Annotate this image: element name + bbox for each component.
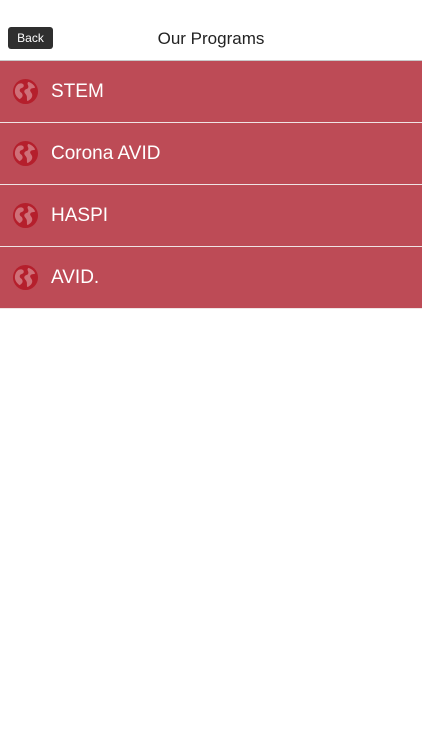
program-label: Corona AVID [51,143,161,164]
program-list: STEM Corona AVID HASPI AVID. [0,61,422,309]
globe-icon [12,264,39,291]
page-title: Our Programs [157,29,265,48]
program-label: HASPI [51,205,109,226]
navigation-bar: Back Our Programs [0,0,422,61]
globe-icon [12,78,39,105]
globe-icon [12,202,39,229]
program-label: STEM [51,81,104,102]
program-item-avid[interactable]: AVID. [0,247,422,309]
programs-screen: Back Our Programs STEM Corona AVID HASPI… [0,0,422,750]
globe-icon [12,140,39,167]
program-label: AVID. [51,267,100,288]
program-item-haspi[interactable]: HASPI [0,185,422,247]
program-item-stem[interactable]: STEM [0,61,422,123]
program-item-corona-avid[interactable]: Corona AVID [0,123,422,185]
